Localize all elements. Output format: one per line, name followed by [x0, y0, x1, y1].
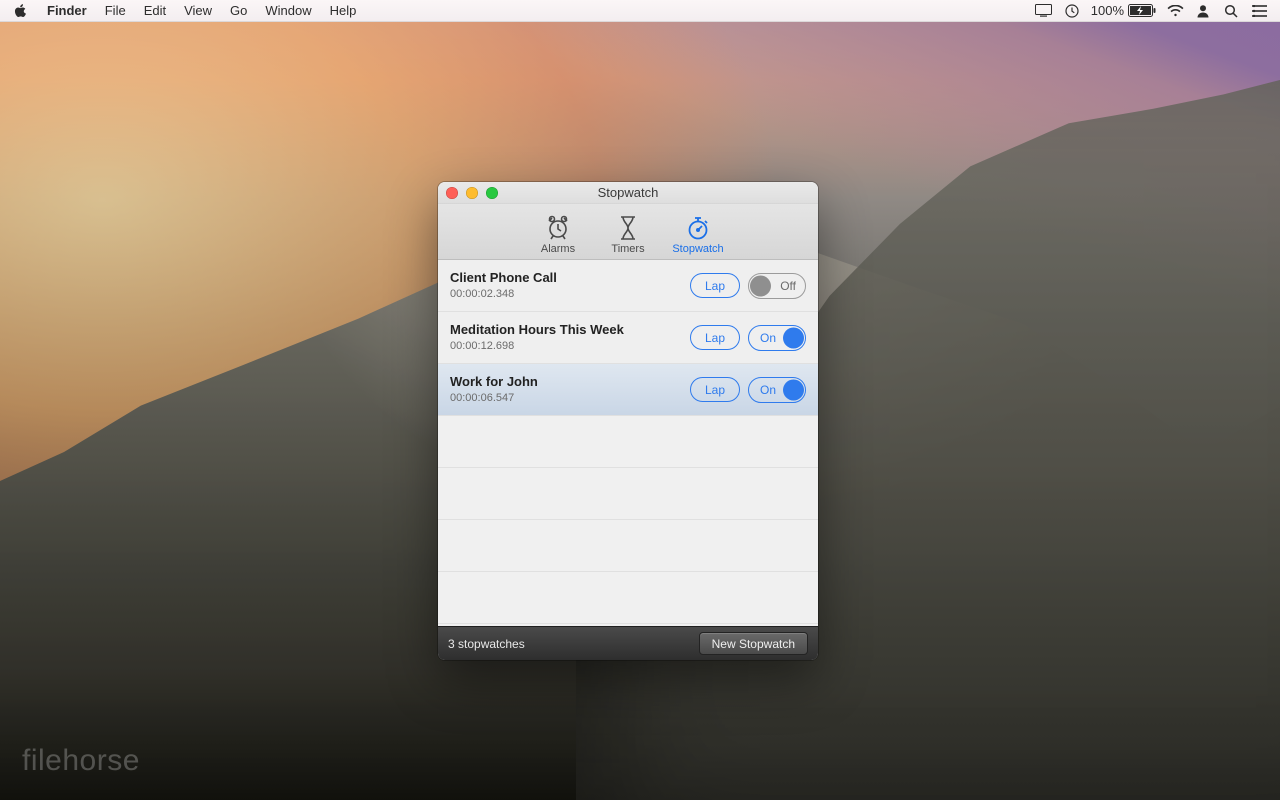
menu-view[interactable]: View — [175, 0, 221, 22]
list-empty-row — [438, 520, 818, 572]
footer: 3 stopwatches New Stopwatch — [438, 626, 818, 660]
tab-timers[interactable]: Timers — [598, 213, 658, 255]
toolbar: Alarms Timers Stopwatch — [438, 204, 818, 260]
battery-icon — [1128, 4, 1156, 17]
stopwatch-row[interactable]: Client Phone Call 00:00:02.348 Lap Off — [438, 260, 818, 312]
display-icon[interactable] — [1035, 3, 1053, 19]
tab-timers-label: Timers — [611, 243, 644, 255]
menubar: Finder File Edit View Go Window Help 100… — [0, 0, 1280, 22]
notification-center-icon[interactable] — [1250, 3, 1268, 19]
stopwatch-row[interactable]: Meditation Hours This Week 00:00:12.698 … — [438, 312, 818, 364]
menu-help[interactable]: Help — [321, 0, 366, 22]
toggle-label: Off — [780, 279, 796, 293]
stopwatch-time: 00:00:06.547 — [450, 392, 682, 405]
apple-menu-icon[interactable] — [12, 4, 30, 18]
new-stopwatch-button[interactable]: New Stopwatch — [699, 632, 808, 655]
menu-edit[interactable]: Edit — [135, 0, 175, 22]
hourglass-icon — [598, 213, 658, 243]
list-empty-row — [438, 468, 818, 520]
tab-stopwatch-label: Stopwatch — [672, 243, 723, 255]
zoom-button[interactable] — [486, 187, 498, 199]
run-toggle[interactable]: On — [748, 325, 806, 351]
clock-icon[interactable] — [1063, 3, 1081, 19]
list-empty-row — [438, 416, 818, 468]
menu-go[interactable]: Go — [221, 0, 256, 22]
lap-button[interactable]: Lap — [690, 325, 740, 350]
minimize-button[interactable] — [466, 187, 478, 199]
tab-alarms[interactable]: Alarms — [528, 213, 588, 255]
window-titlebar[interactable]: Stopwatch — [438, 182, 818, 204]
run-toggle[interactable]: Off — [748, 273, 806, 299]
menu-window[interactable]: Window — [256, 0, 320, 22]
run-toggle[interactable]: On — [748, 377, 806, 403]
lap-button[interactable]: Lap — [690, 273, 740, 298]
stopwatch-time: 00:00:12.698 — [450, 340, 682, 353]
spotlight-icon[interactable] — [1222, 3, 1240, 19]
footer-count: 3 stopwatches — [448, 637, 689, 651]
alarm-clock-icon — [528, 213, 588, 243]
stopwatch-name: Meditation Hours This Week — [450, 322, 682, 338]
menu-app-name[interactable]: Finder — [38, 0, 96, 22]
battery-percent: 100% — [1091, 3, 1124, 18]
toggle-knob — [783, 379, 804, 400]
stopwatch-name: Client Phone Call — [450, 270, 682, 286]
wifi-icon[interactable] — [1166, 3, 1184, 19]
traffic-lights — [446, 187, 498, 199]
stopwatch-list: Client Phone Call 00:00:02.348 Lap Off M… — [438, 260, 818, 626]
stopwatch-window: Stopwatch Alarms Timers Stopwatch Client… — [438, 182, 818, 660]
toggle-label: On — [760, 331, 776, 345]
close-button[interactable] — [446, 187, 458, 199]
stopwatch-row[interactable]: Work for John 00:00:06.547 Lap On — [438, 364, 818, 416]
stopwatch-time: 00:00:02.348 — [450, 288, 682, 301]
list-empty-row — [438, 572, 818, 624]
battery-status[interactable]: 100% — [1091, 3, 1156, 18]
menu-file[interactable]: File — [96, 0, 135, 22]
toggle-knob — [783, 327, 804, 348]
user-icon[interactable] — [1194, 3, 1212, 19]
window-title: Stopwatch — [598, 185, 659, 200]
stopwatch-name: Work for John — [450, 374, 682, 390]
lap-button[interactable]: Lap — [690, 377, 740, 402]
toggle-knob — [750, 275, 771, 296]
tab-stopwatch[interactable]: Stopwatch — [668, 213, 728, 255]
watermark: filehorse — [22, 744, 140, 778]
tab-alarms-label: Alarms — [541, 243, 575, 255]
toggle-label: On — [760, 383, 776, 397]
stopwatch-icon — [668, 213, 728, 243]
